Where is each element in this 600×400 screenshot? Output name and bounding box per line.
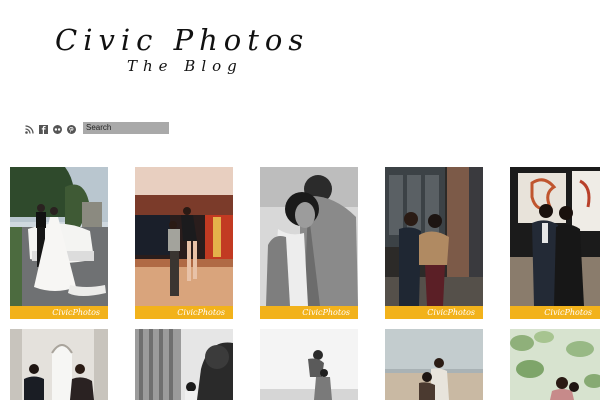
watermark-bar: CivicPhotos	[135, 306, 233, 319]
watermark-bar: CivicPhotos	[385, 306, 483, 319]
photo-wedding-car	[10, 167, 108, 306]
pinterest-icon[interactable]	[66, 124, 76, 134]
site-logo[interactable]: Civic Photos The Blog	[55, 22, 305, 82]
watermark-bar: CivicPhotos	[260, 306, 358, 319]
photo-window-couple	[10, 329, 108, 400]
gallery-item[interactable]	[135, 329, 233, 400]
gallery-item[interactable]: CivicPhotos	[10, 167, 108, 319]
gallery-item[interactable]: CivicPhotos	[260, 167, 358, 319]
logo-title: Civic Photos	[55, 23, 310, 57]
watermark-text: CivicPhotos	[544, 308, 592, 317]
photo-art-wall	[510, 167, 600, 306]
watermark-text: CivicPhotos	[52, 308, 100, 317]
gallery-item[interactable]: CivicPhotos	[510, 167, 600, 319]
photo-bw-embrace	[260, 167, 358, 306]
gallery-item[interactable]	[10, 329, 108, 400]
watermark-bar: CivicPhotos	[10, 306, 108, 319]
facebook-icon[interactable]	[38, 124, 48, 134]
photo-brick-couple	[385, 167, 483, 306]
photo-lift-bw	[260, 329, 358, 400]
flickr-icon[interactable]	[52, 124, 62, 134]
logo-subtitle: The Blog	[127, 57, 243, 75]
photo-trees-bw	[135, 329, 233, 400]
watermark-text: CivicPhotos	[177, 308, 225, 317]
gallery-item[interactable]	[260, 329, 358, 400]
gallery-item[interactable]: CivicPhotos	[135, 167, 233, 319]
gallery-item[interactable]: CivicPhotos	[385, 167, 483, 319]
watermark-text: CivicPhotos	[427, 308, 475, 317]
gallery-item[interactable]	[510, 329, 600, 400]
photo-beach-couple	[385, 329, 483, 400]
gallery-item[interactable]	[385, 329, 483, 400]
watermark-text: CivicPhotos	[302, 308, 350, 317]
rss-icon[interactable]	[24, 124, 34, 134]
watermark-bar: CivicPhotos	[510, 306, 600, 319]
search-input[interactable]	[83, 122, 169, 134]
photo-night-couple	[135, 167, 233, 306]
photo-leaves-couple	[510, 329, 600, 400]
social-links	[24, 123, 80, 135]
